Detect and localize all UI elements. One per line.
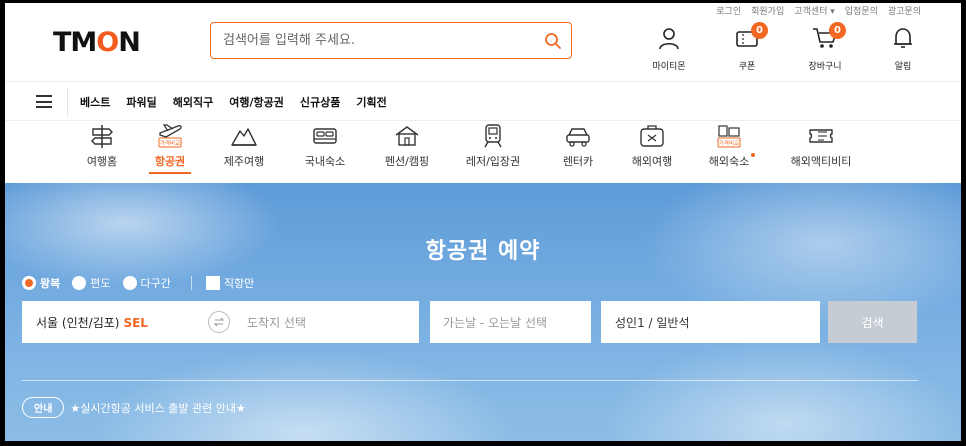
seller-inquiry-link[interactable]: 입점문의 xyxy=(845,4,878,17)
hallasan-icon xyxy=(231,128,257,146)
cart-label: 장바구니 xyxy=(808,62,842,72)
notice-text: ★실시간항공 서비스 출발 관련 안내★ xyxy=(70,401,246,415)
signup-link[interactable]: 회원가입 xyxy=(751,4,784,17)
swap-icon[interactable] xyxy=(208,311,230,333)
nav-item-best[interactable]: 베스트 xyxy=(80,94,110,110)
trip-roundtrip-radio[interactable]: 왕복 xyxy=(22,275,60,291)
category-overseas-stay[interactable]: 가격비교 해외숙소 xyxy=(689,123,769,169)
cart-button[interactable]: 0 장바구니 xyxy=(803,22,847,72)
category-pension-camping[interactable]: 펜션/캠핑 xyxy=(367,123,447,169)
ticket-icon xyxy=(809,129,833,143)
active-underline xyxy=(149,172,191,174)
notice-bar[interactable]: 안내 ★실시간항공 서비스 출발 관련 안내★ xyxy=(22,397,246,418)
cart-count-badge: 0 xyxy=(829,22,846,39)
category-flights[interactable]: 가격비교 항공권 xyxy=(130,123,210,174)
category-label: 여행홈 xyxy=(86,155,118,168)
category-label: 국내숙소 xyxy=(304,155,346,168)
notice-tag: 안내 xyxy=(22,397,65,418)
mypage-label: 마이티몬 xyxy=(652,62,686,72)
person-icon xyxy=(657,26,681,54)
search-button[interactable]: 검색 xyxy=(828,301,917,343)
page: 로그인 회원가입 고객센터 ▾ 입점문의 광고문의 TMON 마이티몬 0 쿠폰 xyxy=(5,3,961,441)
category-rentcar[interactable]: 렌터카 xyxy=(538,123,618,169)
login-link[interactable]: 로그인 xyxy=(716,4,741,17)
category-domestic-stay[interactable]: 국내숙소 xyxy=(285,123,365,169)
travel-category-row: 여행홈 가격비교 항공권 제주여행 국내숙소 펜션/캠핑 레저/입장권 렌터카 xyxy=(5,123,961,183)
category-label: 해외숙소 xyxy=(709,153,756,169)
car-icon xyxy=(566,128,590,147)
coupon-button[interactable]: 0 쿠폰 xyxy=(725,22,769,72)
search-bar xyxy=(210,22,572,59)
nav-divider xyxy=(67,88,68,116)
hero-divider xyxy=(22,380,918,381)
trip-oneway-radio[interactable]: 편도 xyxy=(72,275,111,291)
route-field: 서울 (인천/김포) SEL 도착지 선택 xyxy=(22,301,419,343)
alarm-label: 알림 xyxy=(894,62,912,72)
header-icons: 마이티몬 0 쿠폰 0 장바구니 알림 xyxy=(647,22,925,72)
train-icon xyxy=(484,124,502,148)
customer-center-link[interactable]: 고객센터 ▾ xyxy=(794,4,835,17)
main-nav: 베스트 파워딜 해외직구 여행/항공권 신규상품 기획전 xyxy=(5,81,961,121)
nav-item-overseas-direct[interactable]: 해외직구 xyxy=(173,94,213,110)
arrival-field[interactable]: 도착지 선택 xyxy=(247,314,306,331)
mypage-button[interactable]: 마이티몬 xyxy=(647,26,691,72)
plane-icon: 가격비교 xyxy=(158,124,182,148)
search-icon[interactable] xyxy=(535,32,571,50)
category-leisure-tickets[interactable]: 레저/입장권 xyxy=(453,123,533,169)
coupon-count-badge: 0 xyxy=(751,22,768,39)
departure-field[interactable]: 서울 (인천/김포) SEL xyxy=(36,314,148,331)
trip-divider xyxy=(190,276,192,290)
nav-item-travel[interactable]: 여행/항공권 xyxy=(229,94,284,110)
category-jeju[interactable]: 제주여행 xyxy=(204,123,284,169)
date-field[interactable]: 가는날 - 오는날 선택 xyxy=(430,301,591,343)
hotel-icon: 가격비교 xyxy=(717,125,741,148)
price-compare-tag: 가격비교 xyxy=(719,139,739,147)
category-overseas-travel[interactable]: 해외여행 xyxy=(612,123,692,169)
menu-icon[interactable] xyxy=(36,95,52,108)
bell-icon xyxy=(891,26,915,54)
new-dot xyxy=(751,153,756,157)
house-icon xyxy=(395,126,419,146)
price-compare-tag: 가격비교 xyxy=(160,139,180,147)
nav-item-powerdeal[interactable]: 파워딜 xyxy=(126,94,156,110)
trip-type-options: 왕복 편도 다구간 직항만 xyxy=(22,275,260,291)
category-label: 해외액티비티 xyxy=(790,155,852,168)
category-label: 레저/입장권 xyxy=(465,155,521,168)
coupon-label: 쿠폰 xyxy=(738,62,756,72)
alarm-button[interactable]: 알림 xyxy=(881,26,925,72)
ad-inquiry-link[interactable]: 광고문의 xyxy=(888,4,921,17)
flight-search-hero: 항공권 예약 왕복 편도 다구간 직항만 서울 (인천/김포) SEL 도착지 선… xyxy=(5,183,961,441)
category-label: 항공권 xyxy=(154,155,186,168)
direct-only-checkbox[interactable]: 직항만 xyxy=(205,275,254,291)
passenger-field[interactable]: 성인1 / 일반석 xyxy=(601,301,820,343)
utility-links: 로그인 회원가입 고객센터 ▾ 입점문의 광고문의 xyxy=(716,4,921,17)
category-label: 제주여행 xyxy=(223,155,265,168)
bed-icon xyxy=(313,128,337,144)
category-overseas-activity[interactable]: 해외액티비티 xyxy=(781,123,861,169)
trip-multicity-radio[interactable]: 다구간 xyxy=(122,275,171,291)
signpost-icon xyxy=(91,125,113,148)
suitcase-icon xyxy=(640,125,664,147)
tmon-logo[interactable]: TMON xyxy=(53,27,141,58)
category-label: 렌터카 xyxy=(562,155,594,168)
category-label: 해외여행 xyxy=(631,155,673,168)
page-title: 항공권 예약 xyxy=(425,239,541,264)
nav-item-new[interactable]: 신규상품 xyxy=(300,94,340,110)
nav-item-exhibition[interactable]: 기획전 xyxy=(356,94,386,110)
search-input[interactable] xyxy=(223,33,535,48)
category-label: 펜션/캠핑 xyxy=(384,155,430,168)
